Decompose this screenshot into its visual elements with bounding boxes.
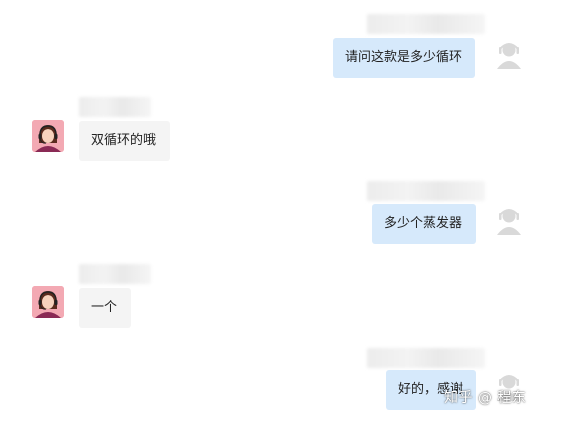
agent-headset-avatar-icon[interactable] <box>32 286 64 318</box>
sender-name-blurred <box>367 181 485 201</box>
sender-name-blurred <box>367 348 485 368</box>
message-text: 双循环的哦 <box>91 133 157 148</box>
message-text: 多少个蒸发器 <box>384 216 463 231</box>
message-text: 请问这款是多少循环 <box>345 50 463 65</box>
message-bubble-incoming: 一个 <box>79 288 131 328</box>
sender-name-blurred <box>79 264 151 284</box>
watermark: 知乎 @ 程东 <box>444 390 527 406</box>
message-text: 一个 <box>91 300 118 315</box>
user-silhouette-avatar-icon[interactable] <box>494 40 524 70</box>
message-bubble-outgoing: 多少个蒸发器 <box>372 204 476 244</box>
message-bubble-incoming: 双循环的哦 <box>79 121 170 161</box>
agent-headset-avatar-icon[interactable] <box>32 120 64 152</box>
message-bubble-outgoing: 请问这款是多少循环 <box>333 38 475 78</box>
sender-name-blurred <box>367 14 485 34</box>
user-silhouette-avatar-icon[interactable] <box>494 206 524 236</box>
sender-name-blurred <box>79 97 151 117</box>
chat-window: 请问这款是多少循环 双循环的哦 多少个蒸发器 一个 好的，感谢 知乎 @ 程东 <box>0 0 579 424</box>
